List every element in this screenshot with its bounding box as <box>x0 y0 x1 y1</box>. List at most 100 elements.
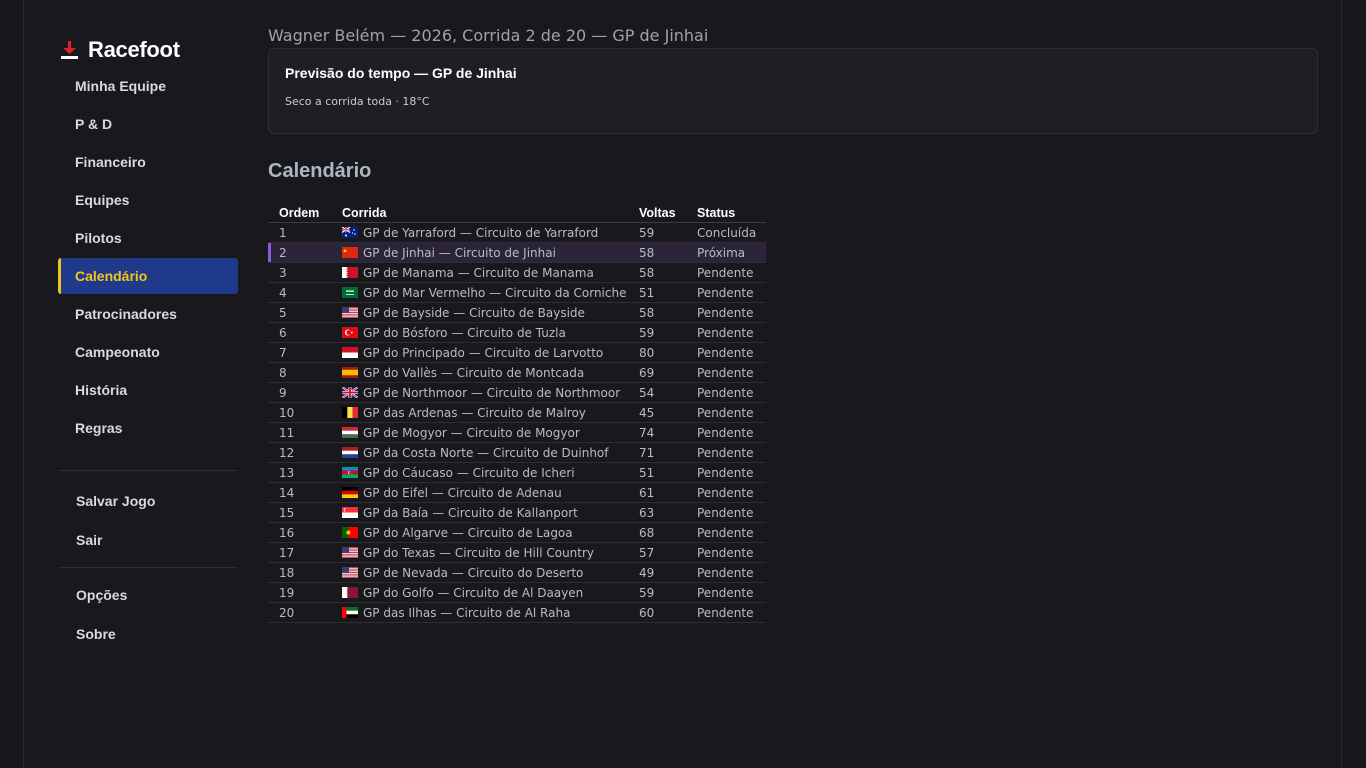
race-order: 16 <box>268 522 331 543</box>
race-laps: 71 <box>628 442 686 463</box>
table-row[interactable]: 1 GP de Yarraford — Circuito de Yarraford… <box>268 222 767 243</box>
race-laps: 68 <box>628 522 686 543</box>
sidebar-item-financeiro[interactable]: Financeiro <box>58 144 238 180</box>
sidebar-item-opcoes[interactable]: Opções <box>58 576 238 614</box>
table-row[interactable]: 2 GP de Jinhai — Circuito de Jinhai 58 Próx… <box>268 242 767 263</box>
race-order: 10 <box>268 402 331 423</box>
race-name: GP de Bayside — Circuito de Bayside <box>363 305 585 320</box>
column-header-race: Corrida <box>331 203 628 223</box>
table-row[interactable]: 13 GP do Cáucaso — Circuito de Icheri 51 Pe… <box>268 462 767 483</box>
flag-au-icon <box>342 226 358 238</box>
race-status: Pendente <box>686 262 767 283</box>
table-row[interactable]: 12 GP da Costa Norte — Circuito de Duinho… <box>268 442 767 463</box>
race-order: 9 <box>268 382 331 403</box>
race-status: Pendente <box>686 302 767 323</box>
sidebar-item-sobre[interactable]: Sobre <box>58 615 238 653</box>
flag-az-icon <box>342 466 358 478</box>
race-order: 4 <box>268 282 331 303</box>
table-row[interactable]: 19 GP do Golfo — Circuito de Al Daayen 59 P… <box>268 582 767 603</box>
race-cell: GP do Algarve — Circuito de Lagoa <box>331 522 628 543</box>
race-laps: 58 <box>628 302 686 323</box>
race-cell: GP do Golfo — Circuito de Al Daayen <box>331 582 628 603</box>
race-status: Pendente <box>686 602 767 623</box>
table-row[interactable]: 7 GP do Principado — Circuito de Larvotto… <box>268 342 767 363</box>
race-cell: GP das Ilhas — Circuito de Al Raha <box>331 602 628 623</box>
race-laps: 51 <box>628 282 686 303</box>
race-cell: GP do Eifel — Circuito de Adenau <box>331 482 628 503</box>
flag-qa-icon <box>342 586 358 598</box>
race-cell: GP do Cáucaso — Circuito de Icheri <box>331 462 628 483</box>
sidebar-item-pilotos[interactable]: Pilotos <box>58 220 238 256</box>
table-row[interactable]: 17 GP do Texas — Circuito de Hill Country… <box>268 542 767 563</box>
sidebar-item-p-and-d[interactable]: P & D <box>58 106 238 142</box>
race-name: GP de Yarraford — Circuito de Yarraford <box>363 225 599 240</box>
table-row[interactable]: 20 GP das Ilhas — Circuito de Al Raha 60 Pe… <box>268 602 767 623</box>
race-name: GP do Texas — Circuito de Hill Country <box>363 545 595 560</box>
table-row[interactable]: 11 GP de Mogyor — Circuito de Mogyor 74 Pen… <box>268 422 767 443</box>
sidebar-divider <box>58 567 238 568</box>
calendar-title: Calendário <box>268 160 372 182</box>
race-laps: 58 <box>628 262 686 283</box>
race-status: Pendente <box>686 382 767 403</box>
flag-mc-icon <box>342 346 358 358</box>
table-row[interactable]: 8 GP do Vallès — Circuito de Montcada 69 Pe… <box>268 362 767 383</box>
sidebar-item-campeonato[interactable]: Campeonato <box>58 334 238 370</box>
race-cell: GP de Manama — Circuito de Manama <box>331 262 628 283</box>
race-name: GP de Manama — Circuito de Manama <box>363 265 594 280</box>
flag-us-icon <box>342 546 358 558</box>
race-cell: GP do Texas — Circuito de Hill Country <box>331 542 628 563</box>
race-cell: GP do Mar Vermelho — Circuito da Cornich… <box>331 282 628 303</box>
table-row[interactable]: 18 GP de Nevada — Circuito do Deserto 49 Pe… <box>268 562 767 583</box>
flag-hu-icon <box>342 426 358 438</box>
table-row[interactable]: 9 GP de Northmoor — Circuito de Northmoor… <box>268 382 767 403</box>
race-laps: 74 <box>628 422 686 443</box>
race-name: GP do Cáucaso — Circuito de Icheri <box>363 465 575 480</box>
race-name: GP de Nevada — Circuito do Deserto <box>363 565 584 580</box>
table-row[interactable]: 6 GP do Bósforo — Circuito de Tuzla 59 Pend… <box>268 322 767 343</box>
race-laps: 58 <box>628 242 686 263</box>
race-name: GP de Northmoor — Circuito de Northmoor <box>363 385 621 400</box>
race-laps: 59 <box>628 222 686 243</box>
race-name: GP da Costa Norte — Circuito de Duinhof <box>363 445 609 460</box>
race-laps: 49 <box>628 562 686 583</box>
race-status: Pendente <box>686 282 767 303</box>
sidebar-item-sair[interactable]: Sair <box>58 521 238 559</box>
table-row[interactable]: 5 GP de Bayside — Circuito de Bayside 58 Pe… <box>268 302 767 323</box>
sidebar-item-calendario[interactable]: Calendário <box>58 258 238 294</box>
race-name: GP das Ilhas — Circuito de Al Raha <box>363 605 571 620</box>
race-cell: GP de Yarraford — Circuito de Yarraford <box>331 222 628 243</box>
sidebar: Racefoot Minha Equipe P & D Financeiro Equi… <box>48 25 248 660</box>
sidebar-item-minha-equipe[interactable]: Minha Equipe <box>58 68 238 104</box>
app-name: Racefoot <box>88 37 180 62</box>
race-order: 2 <box>268 242 331 263</box>
race-cell: GP das Ardenas — Circuito de Malroy <box>331 402 628 423</box>
flag-sa-icon <box>342 286 358 298</box>
race-name: GP do Vallès — Circuito de Montcada <box>363 365 585 380</box>
table-row[interactable]: 15 GP da Baía — Circuito de Kallanport 63 P… <box>268 502 767 523</box>
sidebar-item-historia[interactable]: História <box>58 372 238 408</box>
flag-ae-icon <box>342 606 358 618</box>
race-laps: 54 <box>628 382 686 403</box>
table-row[interactable]: 14 GP do Eifel — Circuito de Adenau 61 Pend… <box>268 482 767 503</box>
flag-us-icon <box>342 306 358 318</box>
race-cell: GP da Costa Norte — Circuito de Duinhof <box>331 442 628 463</box>
race-status: Pendente <box>686 522 767 543</box>
race-order: 1 <box>268 222 331 243</box>
table-row[interactable]: 10 GP das Ardenas — Circuito de Malroy 45 P… <box>268 402 767 423</box>
sidebar-item-patrocinadores[interactable]: Patrocinadores <box>58 296 238 332</box>
sidebar-item-equipes[interactable]: Equipes <box>58 182 238 218</box>
race-status: Pendente <box>686 542 767 563</box>
sidebar-item-regras[interactable]: Regras <box>58 410 238 446</box>
race-laps: 60 <box>628 602 686 623</box>
table-row[interactable]: 4 GP do Mar Vermelho — Circuito da Cornic… <box>268 282 767 303</box>
racefoot-logo-icon <box>58 39 80 61</box>
race-cell: GP de Nevada — Circuito do Deserto <box>331 562 628 583</box>
brand[interactable]: Racefoot <box>58 35 180 65</box>
race-cell: GP de Mogyor — Circuito de Mogyor <box>331 422 628 443</box>
table-row[interactable]: 16 GP do Algarve — Circuito de Lagoa 68 Pen… <box>268 522 767 543</box>
table-row[interactable]: 3 GP de Manama — Circuito de Manama 58 Pend… <box>268 262 767 283</box>
flag-gb-icon <box>342 386 358 398</box>
sidebar-item-salvar-jogo[interactable]: Salvar Jogo <box>58 482 238 520</box>
weather-description: Seco a corrida toda · 18°C <box>285 95 430 108</box>
race-status: Pendente <box>686 322 767 343</box>
